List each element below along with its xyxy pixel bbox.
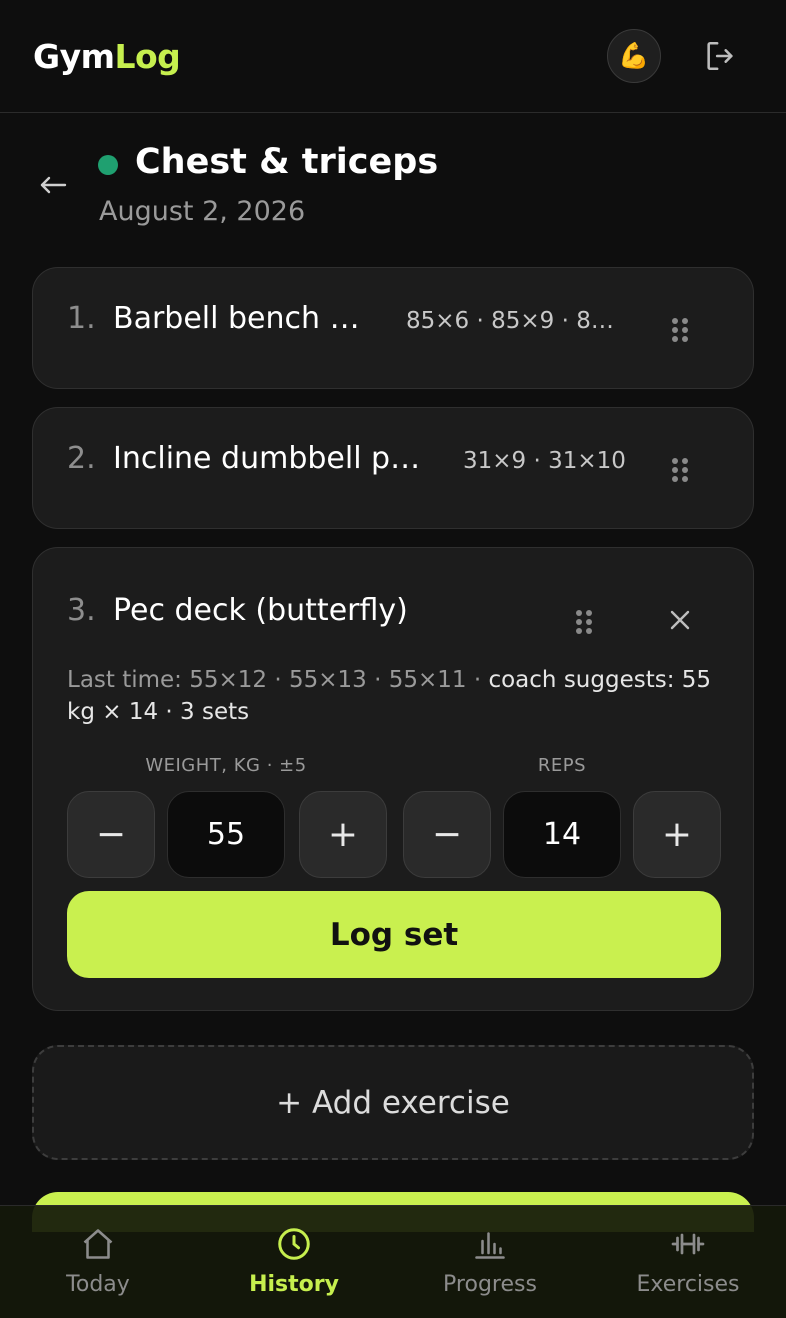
reps-label: REPS bbox=[537, 755, 587, 776]
exercise-name: Incline dumbbell p… bbox=[113, 441, 421, 476]
drag-handle-icon[interactable] bbox=[670, 316, 692, 342]
exercise-name: Pec deck (butterfly) bbox=[113, 593, 408, 628]
close-icon bbox=[670, 610, 690, 630]
last-time-hint: Last time: 55×12 · 55×13 · 55×11 · coach… bbox=[67, 667, 712, 725]
log-set-button[interactable]: Log set bbox=[67, 891, 721, 978]
exercise-name: Barbell bench … bbox=[113, 301, 360, 336]
app-header: GymLog 💪 bbox=[0, 0, 786, 113]
drag-handle-icon[interactable] bbox=[670, 456, 692, 482]
add-exercise-button[interactable]: + Add exercise bbox=[32, 1045, 754, 1160]
weight-label: WEIGHT, KG · ±5 bbox=[145, 755, 307, 776]
exercise-card-2[interactable]: 2. Incline dumbbell p… 31×9 · 31×10 bbox=[32, 407, 754, 529]
exercise-number: 1. bbox=[67, 301, 96, 336]
exercise-card-1[interactable]: 1. Barbell bench … 85×6 · 85×9 · 8… bbox=[32, 267, 754, 389]
logout-button[interactable] bbox=[700, 36, 740, 76]
app-logo[interactable]: GymLog bbox=[33, 37, 181, 76]
avatar[interactable]: 💪 bbox=[607, 29, 661, 83]
arrow-left-icon bbox=[40, 176, 67, 194]
nav-progress[interactable]: Progress bbox=[392, 1206, 588, 1318]
exercise-number: 3. bbox=[67, 593, 96, 628]
nav-today[interactable]: Today bbox=[0, 1206, 196, 1318]
reps-input[interactable]: 14 bbox=[503, 791, 621, 878]
status-dot bbox=[98, 155, 118, 175]
exercise-card-3-active: 3. Pec deck (butterfly) Last time: 55×12… bbox=[32, 547, 754, 1011]
reps-increment-button[interactable]: + bbox=[633, 791, 721, 878]
exercise-sets-summary: 31×9 · 31×10 bbox=[463, 448, 626, 474]
page-title: Chest & triceps bbox=[135, 142, 439, 182]
nav-history[interactable]: History bbox=[196, 1206, 392, 1318]
nav-exercises[interactable]: Exercises bbox=[590, 1206, 786, 1318]
reps-decrement-button[interactable]: − bbox=[403, 791, 491, 878]
weight-increment-button[interactable]: + bbox=[299, 791, 387, 878]
exercise-number: 2. bbox=[67, 441, 96, 476]
dumbbell-icon bbox=[671, 1233, 705, 1255]
weight-decrement-button[interactable]: − bbox=[67, 791, 155, 878]
close-button[interactable] bbox=[663, 603, 697, 637]
home-icon bbox=[83, 1229, 113, 1259]
workout-date: August 2, 2026 bbox=[99, 196, 306, 227]
bottom-nav: Today History Progress Exercises bbox=[0, 1205, 786, 1318]
logout-icon bbox=[707, 41, 733, 71]
weight-input[interactable]: 55 bbox=[167, 791, 285, 878]
bar-chart-icon bbox=[475, 1232, 505, 1259]
flexed-bicep-icon: 💪 bbox=[618, 41, 650, 70]
back-button[interactable] bbox=[36, 168, 70, 202]
exercise-sets-summary: 85×6 · 85×9 · 8… bbox=[406, 308, 614, 334]
drag-handle-icon[interactable] bbox=[574, 608, 596, 634]
clock-icon bbox=[278, 1228, 310, 1260]
